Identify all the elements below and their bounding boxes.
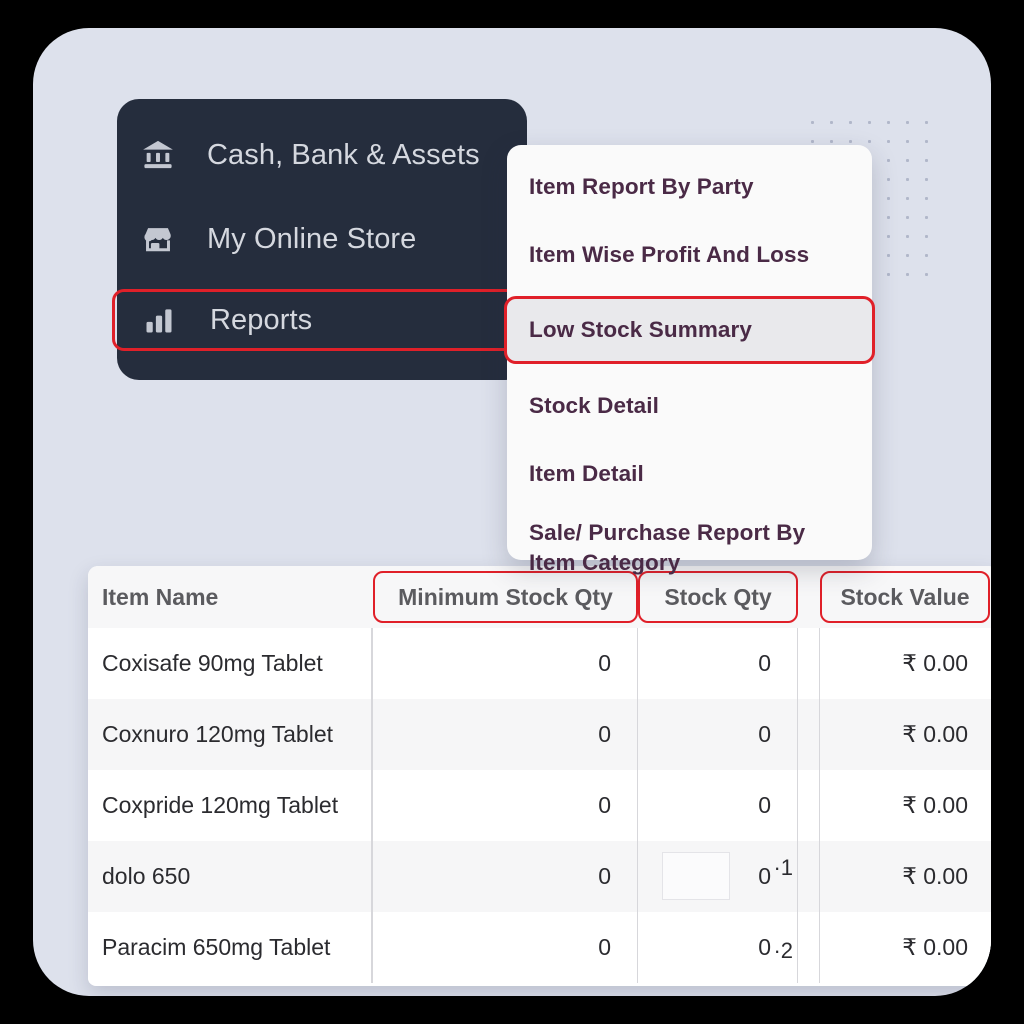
menu-item-label: Item Detail: [529, 461, 644, 486]
cell-text: ₹ 0.00: [902, 863, 968, 889]
cell-stock-value: ₹ 0.00: [820, 699, 990, 770]
cell-text: 0: [758, 721, 771, 747]
cell-text: Coxpride 120mg Tablet: [102, 792, 339, 818]
table-row[interactable]: Paracim 650mg Tablet 0 0·2 ₹ 0.00: [88, 912, 991, 983]
menu-item-sale-purchase-report-by-item-category[interactable]: Sale/ Purchase Report By Item Category: [507, 518, 872, 588]
cell-spacer: [798, 841, 820, 912]
cell-text: 0: [598, 721, 611, 747]
menu-item-label: Item Wise Profit And Loss: [529, 242, 810, 267]
cell-minimum-stock-qty: 0: [373, 912, 638, 983]
bank-icon: [139, 138, 187, 172]
menu-item-stock-detail[interactable]: Stock Detail: [507, 380, 872, 432]
cell-text: ₹ 0.00: [902, 721, 968, 747]
cell-stock-qty: 0: [638, 699, 798, 770]
stock-qty-input-box[interactable]: [662, 852, 730, 900]
cell-text: 0: [598, 650, 611, 676]
cell-text: ₹ 0.00: [902, 934, 968, 960]
cell-stock-value: ₹ 0.00: [820, 912, 990, 983]
cell-text: 0: [758, 863, 771, 889]
cell-item-name: Coxisafe 90mg Tablet: [88, 628, 373, 699]
cell-text: Coxisafe 90mg Tablet: [102, 650, 323, 676]
cell-text: 0: [758, 792, 771, 818]
cell-text: 0: [598, 863, 611, 889]
cell-text: 0: [758, 650, 771, 676]
cell-item-name: dolo 650: [88, 841, 373, 912]
menu-item-item-report-by-party[interactable]: Item Report By Party: [507, 161, 872, 213]
sidebar-item-my-online-store[interactable]: My Online Store: [117, 203, 527, 275]
bar-chart-icon: [142, 305, 190, 335]
cell-spacer: [798, 699, 820, 770]
table-row[interactable]: dolo 650 0 0·1 ₹ 0.00: [88, 841, 991, 912]
cell-spacer: [798, 912, 820, 983]
cell-minimum-stock-qty: 0: [373, 841, 638, 912]
cell-stock-qty: 0: [638, 628, 798, 699]
cell-stock-qty: 0·2: [638, 912, 798, 983]
sidebar-item-label: Reports: [210, 303, 313, 336]
menu-item-label: Item Report By Party: [529, 174, 754, 199]
cell-text: ₹ 0.00: [902, 650, 968, 676]
sidebar-item-reports[interactable]: Reports: [112, 289, 532, 351]
cell-text: dolo 650: [102, 863, 191, 889]
cell-spacer: [798, 628, 820, 699]
low-stock-summary-table: Item Name Minimum Stock Qty Stock Qty St…: [88, 566, 991, 986]
reports-dropdown-menu: Item Report By Party Item Wise Profit An…: [504, 145, 875, 575]
column-header-item-name[interactable]: Item Name: [88, 566, 373, 628]
app-panel: Cash, Bank & Assets My Online Store Repo…: [33, 28, 991, 996]
cell-stock-value: ₹ 0.00: [820, 841, 990, 912]
cell-minimum-stock-qty: 0: [373, 628, 638, 699]
cell-text: 0: [598, 934, 611, 960]
cell-minimum-stock-qty: 0: [373, 699, 638, 770]
cell-text: ₹ 0.00: [902, 792, 968, 818]
sidebar-item-label: My Online Store: [207, 222, 417, 255]
cell-stock-value: ₹ 0.00: [820, 628, 990, 699]
menu-item-label: Low Stock Summary: [529, 317, 753, 342]
table-row[interactable]: Coxisafe 90mg Tablet 0 0 ₹ 0.00: [88, 628, 991, 699]
cell-stock-value: ₹ 0.00: [820, 770, 990, 841]
cell-minimum-stock-qty: 0: [373, 770, 638, 841]
sidebar-item-label: Cash, Bank & Assets: [207, 138, 480, 171]
cell-text: Coxnuro 120mg Tablet: [102, 721, 333, 747]
sidebar-nav: Cash, Bank & Assets My Online Store Repo…: [112, 99, 532, 380]
cell-overlay-text: ·2: [773, 938, 793, 963]
cell-overlay-text: ·1: [773, 855, 793, 880]
cell-item-name: Coxnuro 120mg Tablet: [88, 699, 373, 770]
cell-text: Paracim 650mg Tablet: [102, 934, 331, 960]
cell-stock-qty: 0: [638, 770, 798, 841]
cell-stock-qty[interactable]: 0·1: [638, 841, 798, 912]
sidebar-item-cash-bank-assets[interactable]: Cash, Bank & Assets: [117, 119, 527, 191]
menu-item-item-wise-profit-and-loss[interactable]: Item Wise Profit And Loss: [507, 229, 872, 281]
cell-item-name: Coxpride 120mg Tablet: [88, 770, 373, 841]
column-header-label: Item Name: [102, 583, 219, 610]
cell-text: 0: [758, 934, 771, 960]
table-row[interactable]: Coxpride 120mg Tablet 0 0 ₹ 0.00: [88, 770, 991, 841]
cell-text: 0: [598, 792, 611, 818]
storefront-icon: [139, 222, 187, 256]
menu-item-label: Stock Detail: [529, 393, 659, 418]
menu-item-item-detail[interactable]: Item Detail: [507, 448, 872, 500]
cell-spacer: [798, 770, 820, 841]
menu-item-label: Sale/ Purchase Report By Item Category: [529, 520, 806, 575]
table-row[interactable]: Coxnuro 120mg Tablet 0 0 ₹ 0.00: [88, 699, 991, 770]
menu-item-low-stock-summary[interactable]: Low Stock Summary: [504, 296, 875, 364]
cell-item-name: Paracim 650mg Tablet: [88, 912, 373, 983]
